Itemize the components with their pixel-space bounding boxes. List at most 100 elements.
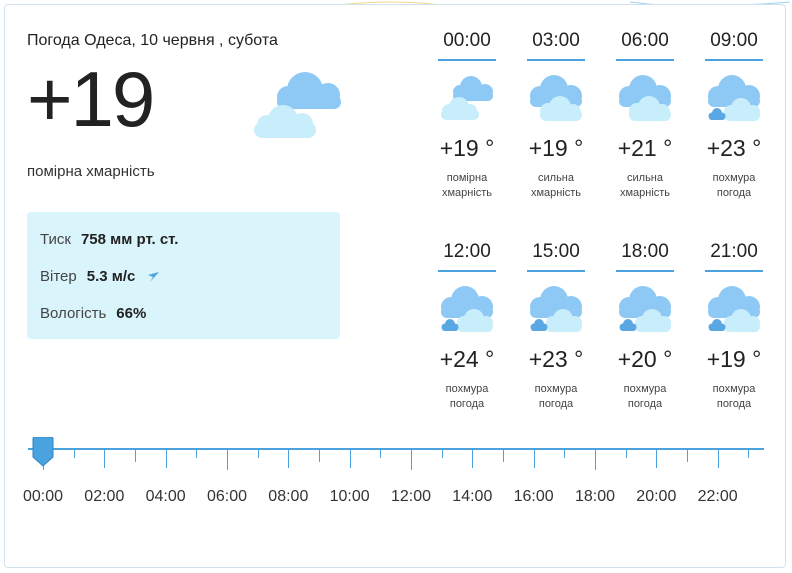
slider-hour-label[interactable]: 22:00 [688, 488, 748, 506]
forecast-condition-line: сильна [538, 172, 574, 184]
slider-tick [411, 450, 412, 470]
forecast-temperature: +20 ° [617, 346, 673, 372]
pressure-row: Тиск 758 мм рт. ст. [40, 231, 178, 248]
slider-tick [288, 450, 290, 468]
wind-label: Вітер [40, 268, 77, 285]
slider-hour-label[interactable]: 10:00 [320, 488, 380, 506]
slider-tick [687, 450, 688, 462]
hourly-forecast-item: 00:00 +19 ° помірна хмарність [428, 29, 506, 201]
forecast-condition-line: похмура [534, 383, 578, 395]
forecast-condition: сильна хмарність [606, 171, 684, 201]
wind-row: Вітер 5.3 м/с [40, 268, 161, 285]
overcast-icon [708, 75, 760, 121]
slider-tick [257, 450, 259, 458]
forecast-condition-line: погода [716, 398, 752, 410]
time-underline [527, 270, 585, 272]
hourly-forecast-item: 18:00 +20 ° похмура погода [606, 240, 684, 412]
slider-hour-label[interactable]: 14:00 [442, 488, 502, 506]
page-title: Погода Одеса, 10 червня , субота [27, 32, 278, 49]
forecast-condition-line: похмура [712, 172, 756, 184]
forecast-condition-line: погода [538, 398, 574, 410]
forecast-time: 12:00 [443, 241, 491, 262]
forecast-time: 18:00 [621, 241, 669, 262]
hourly-forecast-item: 03:00 +19 ° сильна хмарність [517, 29, 595, 201]
hourly-forecast-item: 15:00 +23 ° похмура погода [517, 240, 595, 412]
overcast-icon [530, 286, 582, 332]
hourly-forecast-item: 12:00 +24 ° похмура погода [428, 240, 506, 412]
hourly-forecast-item: 09:00 +23 ° похмура погода [695, 29, 773, 201]
slider-tick [656, 450, 658, 468]
slider-track[interactable] [28, 448, 764, 450]
forecast-condition: похмура погода [428, 382, 506, 412]
forecast-condition-line: погода [716, 187, 752, 199]
forecast-condition: похмура погода [606, 382, 684, 412]
hourly-forecast-item: 06:00 +21 ° сильна хмарність [606, 29, 684, 201]
forecast-time: 06:00 [621, 30, 669, 51]
current-temperature: +19 [27, 55, 155, 143]
forecast-condition-line: хмарність [441, 187, 493, 199]
forecast-time: 15:00 [532, 241, 580, 262]
slider-hour-label[interactable]: 16:00 [504, 488, 564, 506]
slider-tick [564, 450, 566, 458]
time-underline [616, 59, 674, 61]
slider-tick [380, 450, 382, 458]
time-underline [438, 270, 496, 272]
wind-value: 5.3 м/с [86, 268, 136, 285]
slider-tick [533, 450, 535, 468]
time-underline [705, 59, 763, 61]
forecast-time: 03:00 [532, 30, 580, 51]
humidity-label: Вологість [40, 305, 107, 322]
slider-handle[interactable] [32, 437, 54, 467]
forecast-temperature: +24 ° [439, 346, 495, 372]
slider-tick [227, 450, 228, 470]
slider-tick [503, 450, 504, 462]
slider-tick [196, 450, 198, 458]
humidity-row: Вологість 66% [40, 305, 146, 322]
slider-tick [472, 450, 474, 468]
partly-cloud-icon [441, 76, 493, 120]
forecast-time: 21:00 [710, 241, 758, 262]
time-underline [705, 270, 763, 272]
forecast-condition-line: помірна [446, 172, 488, 184]
slider-hour-label[interactable]: 20:00 [626, 488, 686, 506]
forecast-condition-line: погода [449, 398, 485, 410]
pressure-label: Тиск [40, 231, 71, 248]
slider-tick [717, 450, 719, 468]
details-panel: Тиск 758 мм рт. ст. Вітер 5.3 м/с Вологі… [27, 212, 340, 339]
forecast-time: 09:00 [710, 30, 758, 51]
time-slider[interactable]: 00:00 02:00 04:00 06:00 08:00 10:00 12:00 14:00… [23, 437, 764, 530]
wind-direction-icon [148, 271, 160, 282]
hourly-forecast-item: 21:00 +19 ° похмура погода [695, 240, 773, 412]
slider-tick [349, 450, 351, 468]
slider-tick [104, 450, 106, 468]
forecast-condition-line: похмура [623, 383, 667, 395]
time-underline [438, 59, 496, 61]
forecast-time: 00:00 [443, 30, 491, 51]
slider-hour-label[interactable]: 12:00 [381, 488, 441, 506]
slider-tick [595, 450, 596, 470]
forecast-condition: похмура погода [695, 382, 773, 412]
forecast-temperature: +21 ° [617, 135, 673, 161]
slider-hour-label[interactable]: 18:00 [565, 488, 625, 506]
forecast-temperature: +19 ° [439, 135, 495, 161]
pressure-value: 758 мм рт. ст. [80, 231, 179, 248]
forecast-condition-line: похмура [712, 383, 756, 395]
cloud-icon [254, 72, 341, 138]
overcast-icon [619, 286, 671, 332]
slider-hour-label[interactable]: 04:00 [136, 488, 196, 506]
current-condition: помірна хмарність [27, 163, 155, 180]
slider-hour-label[interactable]: 02:00 [74, 488, 134, 506]
cloud-icon [619, 75, 671, 121]
slider-hour-label[interactable]: 06:00 [197, 488, 257, 506]
slider-hour-label[interactable]: 08:00 [258, 488, 318, 506]
forecast-condition: помірна хмарність [428, 171, 506, 201]
slider-tick [748, 450, 750, 458]
forecast-condition-line: погода [627, 398, 663, 410]
slider-tick [625, 450, 627, 458]
slider-hour-label[interactable]: 00:00 [13, 488, 73, 506]
forecast-condition-line: похмура [445, 383, 489, 395]
slider-tick [319, 450, 320, 462]
forecast-temperature: +19 ° [528, 135, 584, 161]
humidity-value: 66% [116, 305, 147, 322]
time-underline [616, 270, 674, 272]
